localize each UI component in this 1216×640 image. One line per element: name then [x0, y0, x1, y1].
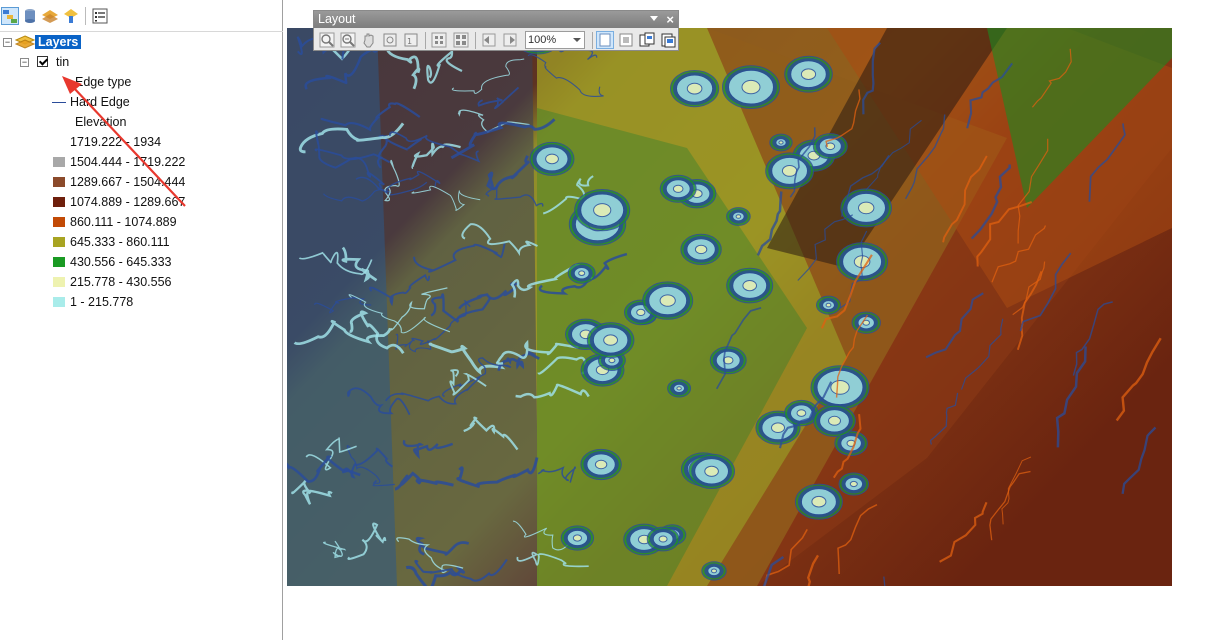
zoom-in-icon[interactable] [318, 31, 336, 49]
legend-swatch [53, 257, 65, 267]
layers-collapse-toggle[interactable]: − [3, 38, 12, 47]
svg-text:1: 1 [407, 37, 412, 46]
fixed-zoom-in-icon[interactable] [430, 31, 448, 49]
data-driven-pages-icon[interactable] [659, 31, 677, 49]
zoom-level-combobox[interactable]: 100% [525, 31, 585, 49]
tin-collapse-toggle[interactable]: − [20, 58, 29, 67]
list-by-drawing-order-icon[interactable] [1, 7, 19, 25]
go-back-extent-icon[interactable] [480, 31, 498, 49]
legend-class-label: 215.778 - 430.556 [70, 275, 172, 289]
layout-toolbar-title: Layout [318, 12, 356, 26]
tin-visibility-checkbox[interactable] [37, 56, 48, 67]
legend-swatch [53, 297, 65, 307]
layers-label: Layers [35, 35, 82, 49]
close-icon[interactable]: × [666, 11, 674, 28]
legend-swatch [53, 277, 65, 287]
legend-swatch [53, 237, 65, 247]
pan-icon[interactable] [360, 31, 378, 49]
legend-class-label: 1 - 215.778 [70, 295, 134, 309]
zoom-100-icon[interactable]: 1 [402, 31, 420, 49]
layers-data-frame[interactable]: Layers [35, 33, 82, 51]
legend-swatch [53, 217, 65, 227]
toc-toolbar [0, 0, 283, 32]
layout-toolbar[interactable]: Layout × 1 100% [313, 10, 679, 51]
change-layout-icon[interactable] [638, 31, 656, 49]
table-of-contents-panel: − Layers − tin Edge type Hard Edge Eleva… [0, 0, 283, 640]
map-display[interactable] [287, 0, 1216, 640]
toolbar-menu-chevron-icon[interactable] [650, 16, 658, 21]
legend-class-label: 645.333 - 860.111 [70, 235, 170, 249]
legend-class-label: 860.111 - 1074.889 [70, 215, 177, 229]
legend-class-label: 430.556 - 645.333 [70, 255, 172, 269]
go-forward-extent-icon[interactable] [501, 31, 519, 49]
zoom-out-icon[interactable] [339, 31, 357, 49]
tin-layer-name[interactable]: tin [56, 53, 69, 71]
layout-toolbar-titlebar[interactable]: Layout [314, 11, 678, 28]
toggle-draft-mode-icon[interactable] [596, 31, 614, 49]
options-icon[interactable] [91, 7, 109, 25]
focus-data-frame-icon[interactable] [617, 31, 635, 49]
zoom-whole-page-icon[interactable] [381, 31, 399, 49]
list-by-selection-icon[interactable] [62, 7, 80, 25]
list-by-visibility-icon[interactable] [41, 7, 59, 25]
tin-elevation-map[interactable] [287, 28, 1172, 586]
list-by-source-icon[interactable] [21, 7, 39, 25]
zoom-level-value: 100% [528, 34, 557, 46]
chevron-down-icon[interactable] [573, 38, 581, 42]
annotation-arrow [62, 76, 186, 207]
layers-frame-icon [14, 34, 36, 53]
fixed-zoom-out-icon[interactable] [452, 31, 470, 49]
